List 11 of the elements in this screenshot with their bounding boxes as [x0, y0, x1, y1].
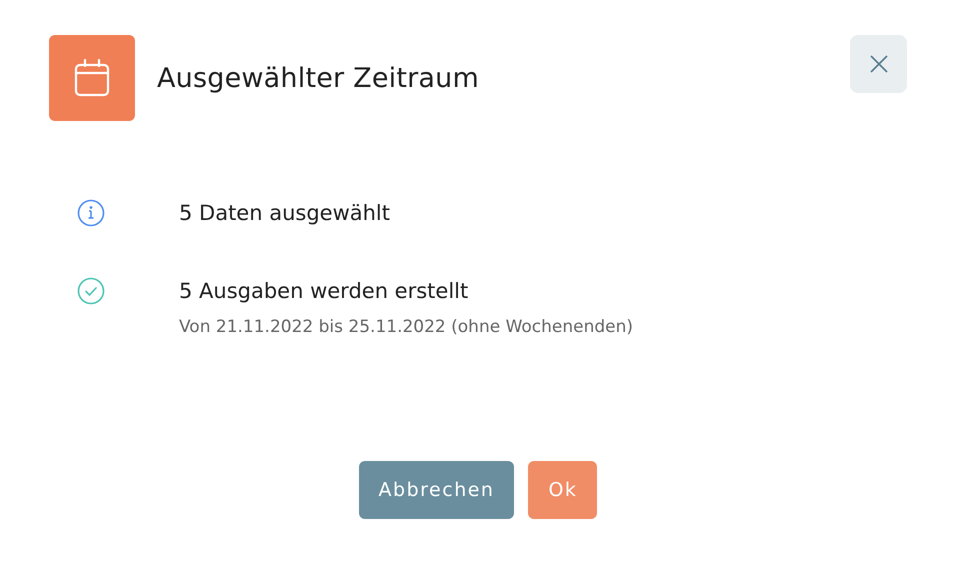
- info-icon: [77, 199, 105, 227]
- cancel-button[interactable]: Abbrechen: [358, 461, 514, 519]
- dialog-title: Ausgewählter Zeitraum: [157, 62, 480, 94]
- calendar-icon: [49, 35, 135, 121]
- close-button[interactable]: [850, 35, 907, 93]
- check-icon: [77, 277, 105, 305]
- close-icon: [868, 54, 888, 74]
- item-text: 5 Daten ausgewählt: [179, 200, 390, 227]
- item-detail: Von 21.11.2022 bis 25.11.2022 (ohne Wochenenden): [179, 317, 634, 337]
- ok-button[interactable]: Ok: [528, 461, 598, 519]
- item-text: 5 Ausgaben werden erstellt: [179, 278, 470, 305]
